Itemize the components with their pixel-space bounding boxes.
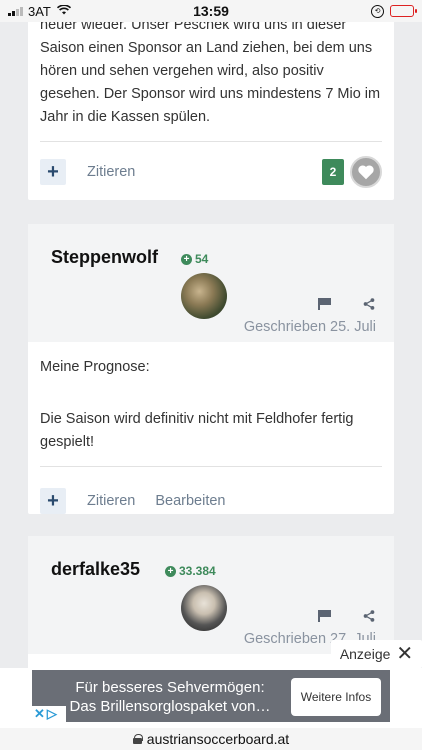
report-flag-icon[interactable] — [318, 298, 332, 310]
adchoices-icon[interactable]: ✕ ▷ — [32, 706, 66, 722]
url-domain: austriansoccerboard.at — [146, 731, 290, 747]
post-actions: + Zitieren Bearbeiten — [28, 471, 394, 531]
post-paragraph: Die Saison wird definitiv nicht mit Feld… — [40, 411, 354, 450]
share-icon[interactable] — [362, 298, 376, 310]
ad-close-button[interactable]: Anzeige ✕ — [331, 640, 422, 668]
status-bar: 3AT 13:59 ⟲ — [0, 0, 422, 22]
reputation-value: 33.384 — [179, 564, 216, 578]
ad-banner[interactable]: Für besseres Sehvermögen: Das Brillensor… — [0, 668, 422, 728]
signal-icon — [8, 6, 23, 16]
author-name[interactable]: Steppenwolf — [51, 247, 158, 268]
orientation-lock-icon: ⟲ — [371, 4, 384, 18]
wifi-icon — [56, 4, 71, 18]
ad-headline: Für besseres Sehvermögen: Das Brillensor… — [50, 678, 290, 716]
reputation-badge: + 33.384 — [165, 564, 216, 578]
ad-line: Für besseres Sehvermögen: — [75, 679, 265, 696]
quote-link[interactable]: Zitieren — [87, 493, 135, 509]
post-actions: + Zitieren 2 — [28, 142, 394, 202]
reaction-count-badge[interactable]: 2 — [322, 159, 344, 185]
reputation-plus-icon: + — [181, 253, 192, 265]
post-paragraph: Meine Prognose: — [40, 359, 150, 375]
carrier-name: 3AT — [28, 3, 51, 19]
reputation-badge: + 54 — [181, 252, 208, 266]
browser-address-bar[interactable]: austriansoccerboard.at — [0, 728, 422, 750]
ad-more-info-button[interactable]: Weitere Infos — [291, 678, 381, 716]
like-button[interactable] — [350, 156, 382, 188]
ad-line: Das Brillensorglospaket von… — [69, 698, 271, 715]
close-icon: ✕ — [396, 643, 414, 665]
avatar[interactable] — [181, 585, 227, 631]
battery-icon — [390, 5, 417, 17]
lock-icon — [132, 734, 143, 744]
heart-icon — [358, 165, 374, 180]
post-body: neuer wieder. Unser Peschek wird uns in … — [40, 17, 381, 125]
post-author-header: Steppenwolf + 54 Geschrieben 25. Juli — [28, 224, 394, 342]
reputation-plus-icon: + — [165, 565, 176, 577]
edit-link[interactable]: Bearbeiten — [155, 493, 225, 509]
share-icon[interactable] — [362, 610, 376, 622]
divider — [40, 466, 382, 467]
ad-label: Anzeige — [339, 646, 391, 662]
adchoices-play-icon: ▷ — [46, 706, 57, 721]
ad-content[interactable]: Für besseres Sehvermögen: Das Brillensor… — [32, 670, 390, 722]
avatar[interactable] — [181, 273, 227, 319]
author-name[interactable]: derfalke35 — [51, 559, 140, 580]
adchoices-close-icon: ✕ — [34, 706, 45, 721]
multiquote-button[interactable]: + — [40, 488, 66, 514]
reputation-value: 54 — [195, 252, 209, 266]
post-date: Geschrieben 25. Juli — [243, 319, 376, 335]
post-card: neuer wieder. Unser Peschek wird uns in … — [28, 0, 394, 200]
post-author-header: derfalke35 + 33.384 Geschrieben 27. Juli — [28, 536, 394, 654]
multiquote-button[interactable]: + — [40, 159, 66, 185]
post-card: Steppenwolf + 54 Geschrieben 25. Juli Me… — [28, 224, 394, 514]
report-flag-icon[interactable] — [318, 610, 332, 622]
quote-link[interactable]: Zitieren — [87, 164, 135, 180]
